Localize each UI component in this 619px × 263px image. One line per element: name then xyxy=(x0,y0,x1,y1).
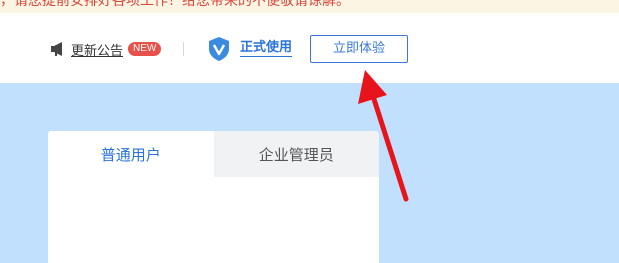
notice-text: ，请您提前安排好各项工作！给您带来的不便敬请谅解。 xyxy=(0,0,350,9)
tab-regular-user[interactable]: 普通用户 xyxy=(48,131,214,177)
shield-icon xyxy=(209,37,229,61)
formal-use-link[interactable]: 正式使用 xyxy=(240,39,293,57)
login-tabs: 普通用户 企业管理员 xyxy=(48,131,379,177)
announcement-label[interactable]: 更新公告 xyxy=(71,40,123,59)
login-card: 普通用户 企业管理员 xyxy=(48,131,379,263)
notice-banner: ，请您提前安排好各项工作！给您带来的不便敬请谅解。 xyxy=(0,0,619,13)
announcement-link[interactable]: 更新公告 NEW xyxy=(50,39,162,59)
megaphone-icon xyxy=(51,42,62,56)
top-header: 更新公告 NEW 正式使用 立即体验 xyxy=(0,13,619,83)
new-badge: NEW xyxy=(128,42,162,56)
header-divider xyxy=(183,42,184,56)
tab-enterprise-admin[interactable]: 企业管理员 xyxy=(213,131,379,177)
try-now-button[interactable]: 立即体验 xyxy=(310,35,408,63)
